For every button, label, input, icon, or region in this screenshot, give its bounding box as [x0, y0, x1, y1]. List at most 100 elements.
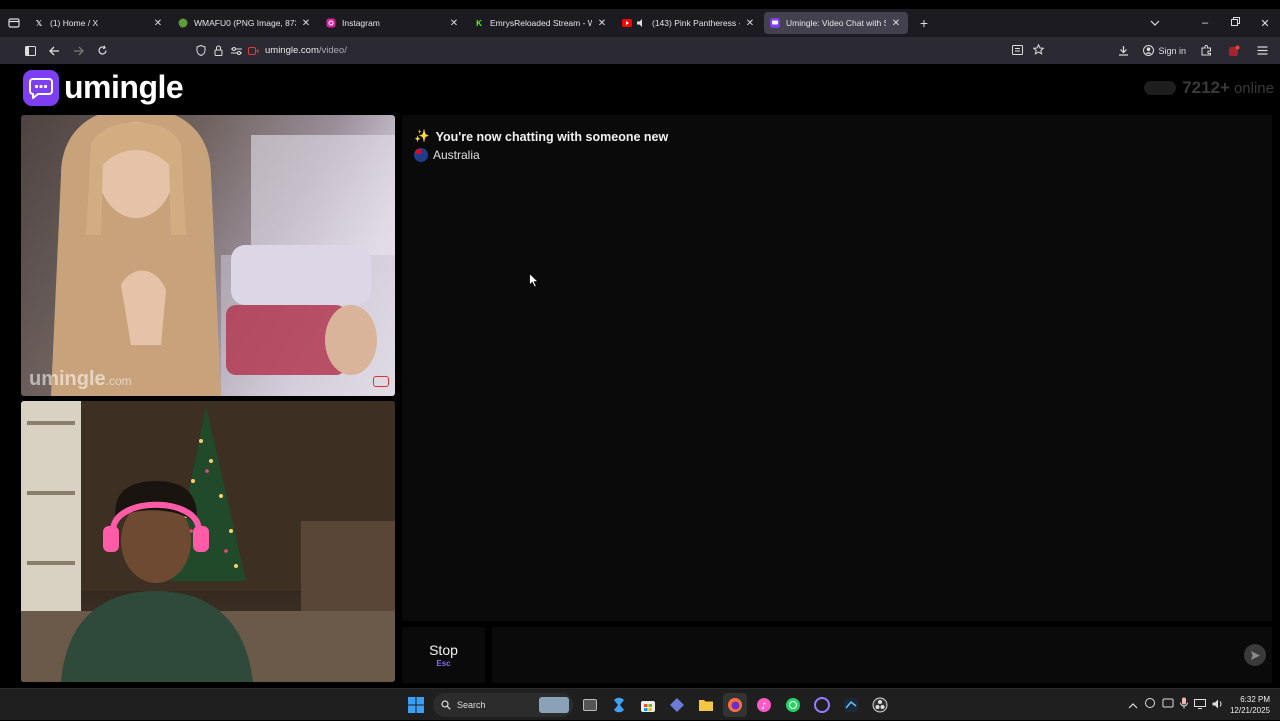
- speaker-icon[interactable]: [636, 18, 646, 28]
- whatsapp-icon[interactable]: [781, 693, 805, 717]
- vpn-icon[interactable]: [665, 693, 689, 717]
- microsoft-store-icon[interactable]: [636, 693, 660, 717]
- system-tray: 6:32 PM 12/21/2025: [1128, 689, 1270, 721]
- online-toggle[interactable]: [1144, 81, 1177, 95]
- copilot-icon[interactable]: [607, 693, 631, 717]
- tab-umingle[interactable]: Umingle: Video Chat with S ✕: [764, 12, 908, 34]
- extensions-button[interactable]: [1194, 39, 1218, 63]
- restore-button[interactable]: [1220, 17, 1250, 29]
- forward-button[interactable]: [66, 39, 90, 63]
- tab-close-icon[interactable]: ✕: [300, 18, 312, 29]
- volume-icon[interactable]: [1212, 696, 1224, 714]
- australia-flag-icon: [414, 148, 428, 162]
- back-button[interactable]: [42, 39, 66, 63]
- firefox-icon[interactable]: [723, 693, 747, 717]
- arrow-left-icon: [48, 46, 59, 55]
- app-menu-button[interactable]: [1250, 39, 1274, 63]
- tray-app-icon[interactable]: [1144, 696, 1156, 714]
- list-all-tabs-button[interactable]: [1140, 17, 1170, 29]
- search-icon: [441, 700, 451, 710]
- new-tab-button[interactable]: +: [914, 15, 934, 31]
- chat-status-message: ✨ You're now chatting with someone new: [414, 129, 669, 144]
- remote-video: umingle.com: [21, 115, 395, 396]
- windows-logo-icon: [408, 697, 424, 713]
- tab-x-home[interactable]: 𝕏 (1) Home / X ✕: [28, 12, 170, 34]
- downloads-button[interactable]: [1111, 39, 1135, 63]
- display-icon[interactable]: [1193, 696, 1206, 714]
- instagram-icon: [326, 18, 336, 28]
- youtube-icon: [622, 18, 632, 28]
- stranger-country: Australia: [414, 148, 480, 162]
- chat-bubble-icon: [23, 69, 59, 106]
- tab-close-icon[interactable]: ✕: [152, 18, 164, 29]
- sparkles-icon: ✨: [414, 129, 430, 143]
- microphone-icon[interactable]: [1179, 696, 1188, 714]
- obs-icon[interactable]: [868, 693, 892, 717]
- minimize-button[interactable]: –: [1190, 17, 1220, 29]
- puzzle-icon: [1201, 45, 1211, 56]
- sidebar-toggle-button[interactable]: [18, 39, 42, 63]
- tab-overview-icon: [8, 18, 20, 28]
- tab-kick-stream[interactable]: K EmrysReloaded Stream - Watch ✕: [468, 12, 614, 34]
- tab-instagram[interactable]: Instagram ✕: [320, 12, 466, 34]
- self-video-scene: [21, 401, 395, 682]
- chevron-up-icon[interactable]: [1128, 696, 1138, 714]
- start-button[interactable]: [404, 693, 428, 717]
- close-window-button[interactable]: ✕: [1250, 17, 1280, 30]
- steam-icon[interactable]: [839, 693, 863, 717]
- self-video: [21, 401, 395, 682]
- permissions-icon[interactable]: [231, 46, 242, 56]
- tab-wmafu0-image[interactable]: WMAFU0 (PNG Image, 873 × 1 ✕: [172, 12, 318, 34]
- x-logo-icon: 𝕏: [35, 18, 43, 28]
- tab-overview-button[interactable]: [0, 9, 28, 37]
- umingle-icon: [770, 18, 780, 28]
- image-frog-icon: [178, 18, 188, 28]
- restore-icon: [1230, 17, 1240, 26]
- tracking-protection-icon[interactable]: [196, 45, 206, 56]
- arrow-right-icon: [73, 46, 84, 55]
- tab-close-icon[interactable]: ✕: [744, 18, 756, 29]
- extension-badge-button[interactable]: [1222, 39, 1246, 63]
- lock-icon[interactable]: [214, 45, 223, 56]
- reader-view-icon[interactable]: [1012, 42, 1023, 60]
- send-button[interactable]: [1244, 644, 1266, 666]
- svg-text:♪: ♪: [761, 702, 767, 712]
- sign-in-button[interactable]: Sign in: [1139, 45, 1190, 56]
- chat-app-icon[interactable]: [810, 693, 834, 717]
- file-explorer-icon[interactable]: [694, 693, 718, 717]
- extension-red-icon: [1229, 45, 1240, 56]
- message-input[interactable]: [492, 627, 1272, 683]
- umingle-page: umingle 7212+ online umingle.com ✨ You'r…: [14, 64, 1280, 688]
- chevron-down-icon: [1150, 20, 1160, 26]
- umingle-logo[interactable]: umingle: [23, 69, 184, 106]
- tab-close-icon[interactable]: ✕: [596, 18, 608, 29]
- reload-button[interactable]: [90, 39, 114, 63]
- hamburger-icon: [1257, 46, 1267, 55]
- remote-video-scene: [51, 115, 395, 396]
- tab-youtube[interactable]: (143) Pink Pantheress - Pai ✕: [616, 12, 762, 34]
- taskbar-search[interactable]: Search: [433, 693, 573, 717]
- kick-icon: K: [476, 18, 482, 28]
- bookmark-star-icon[interactable]: [1032, 42, 1045, 60]
- report-icon[interactable]: [373, 376, 389, 387]
- chat-panel: ✨ You're now chatting with someone new A…: [402, 115, 1272, 621]
- address-bar[interactable]: umingle.com/video/: [190, 40, 1050, 61]
- tab-close-icon[interactable]: ✕: [890, 18, 902, 29]
- task-view-icon[interactable]: [578, 693, 602, 717]
- url-text: umingle.com/video/: [265, 45, 347, 56]
- windows-taskbar: Search ♪ 6:32 PM 12/21/2025: [0, 688, 1280, 720]
- chat-controls: Stop Esc: [402, 627, 1272, 683]
- window-frame: [0, 0, 1280, 9]
- camera-in-use-icon[interactable]: [248, 46, 259, 55]
- account-icon: [1143, 45, 1155, 56]
- send-icon: [1250, 650, 1260, 660]
- umingle-watermark: umingle.com: [29, 368, 132, 390]
- mouse-cursor-icon: [529, 272, 539, 293]
- sidebar-icon: [24, 45, 36, 56]
- tab-close-icon[interactable]: ✕: [448, 18, 460, 29]
- stop-button[interactable]: Stop Esc: [402, 627, 485, 683]
- taskbar-clock[interactable]: 6:32 PM 12/21/2025: [1230, 694, 1270, 716]
- online-indicator: 7212+ online: [1144, 78, 1274, 98]
- sync-icon[interactable]: [1162, 696, 1174, 714]
- itunes-icon[interactable]: ♪: [752, 693, 776, 717]
